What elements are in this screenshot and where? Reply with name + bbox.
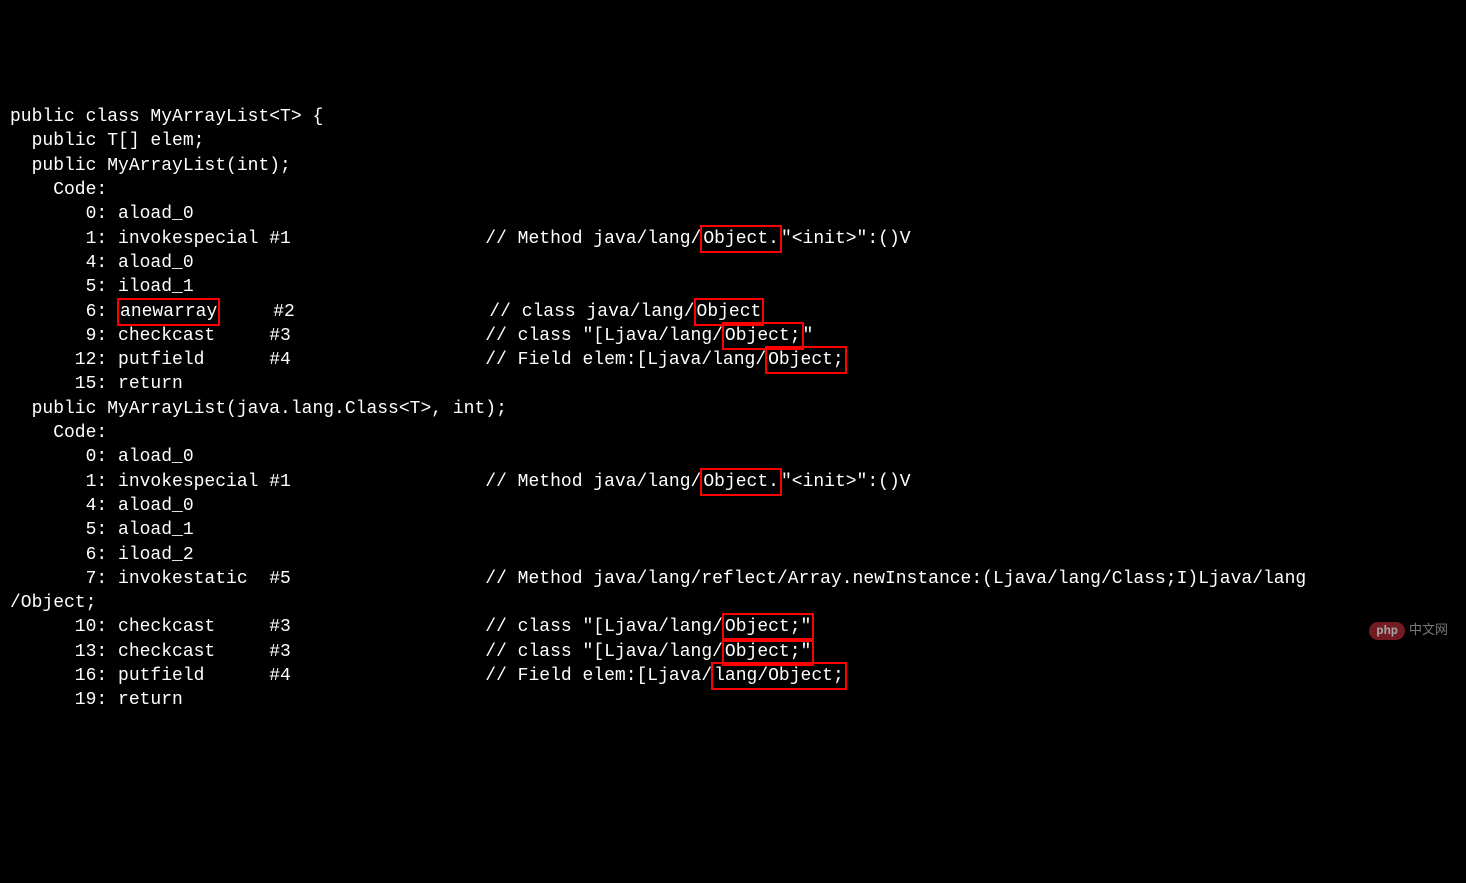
code-text: #2 // class java/lang/ — [219, 302, 694, 322]
code-text: 9: checkcast #3 // class "[Ljava/lang/ — [10, 326, 723, 346]
watermark-text: 中文网 — [1409, 622, 1448, 640]
code-line: 4: aload_0 — [10, 251, 1456, 275]
code-line: 4: aload_0 — [10, 494, 1456, 518]
code-line: public MyArrayList(int); — [10, 154, 1456, 178]
code-line: 19: return — [10, 688, 1456, 712]
code-line: 5: iload_1 — [10, 275, 1456, 299]
code-text: " — [803, 326, 814, 346]
code-line: 6: anewarray #2 // class java/lang/Objec… — [10, 300, 1456, 324]
watermark-badge: php — [1369, 622, 1405, 640]
highlight-lang-object: lang/Object; — [711, 662, 847, 690]
code-line: 0: aload_0 — [10, 202, 1456, 226]
highlight-object: Object. — [700, 225, 782, 253]
code-text: "<init>":()V — [781, 229, 911, 249]
code-line: 13: checkcast #3 // class "[Ljava/lang/O… — [10, 640, 1456, 664]
code-line: Code: — [10, 178, 1456, 202]
code-line: 1: invokespecial #1 // Method java/lang/… — [10, 227, 1456, 251]
code-line: 15: return — [10, 372, 1456, 396]
code-line: public class MyArrayList<T> { — [10, 105, 1456, 129]
code-line: 10: checkcast #3 // class "[Ljava/lang/O… — [10, 615, 1456, 639]
code-text: 13: checkcast #3 // class "[Ljava/lang/ — [10, 642, 723, 662]
code-line: 16: putfield #4 // Field elem:[Ljava/lan… — [10, 664, 1456, 688]
code-line: /Object; — [10, 591, 1456, 615]
code-line: public T[] elem; — [10, 129, 1456, 153]
highlight-object: Object. — [700, 468, 782, 496]
code-line: public MyArrayList(java.lang.Class<T>, i… — [10, 397, 1456, 421]
code-text: "<init>":()V — [781, 472, 911, 492]
code-text: 10: checkcast #3 // class "[Ljava/lang/ — [10, 617, 723, 637]
code-line: 6: iload_2 — [10, 543, 1456, 567]
code-text: 12: putfield #4 // Field elem:[Ljava/lan… — [10, 350, 766, 370]
highlight-object: Object; — [765, 346, 847, 374]
code-line: 1: invokespecial #1 // Method java/lang/… — [10, 470, 1456, 494]
code-text: 16: putfield #4 // Field elem:[Ljava/ — [10, 666, 712, 686]
code-text: 1: invokespecial #1 // Method java/lang/ — [10, 472, 701, 492]
code-line: 7: invokestatic #5 // Method java/lang/r… — [10, 567, 1456, 591]
watermark: php 中文网 — [1369, 622, 1448, 640]
code-line: 9: checkcast #3 // class "[Ljava/lang/Ob… — [10, 324, 1456, 348]
code-line: 12: putfield #4 // Field elem:[Ljava/lan… — [10, 348, 1456, 372]
code-line: 0: aload_0 — [10, 445, 1456, 469]
code-line: 5: aload_1 — [10, 518, 1456, 542]
code-text: 1: invokespecial #1 // Method java/lang/ — [10, 229, 701, 249]
code-text: 6: — [10, 302, 118, 322]
highlight-anewarray: anewarray — [117, 298, 220, 326]
code-line: Code: — [10, 421, 1456, 445]
bytecode-listing: public class MyArrayList<T> { public T[]… — [10, 105, 1456, 712]
